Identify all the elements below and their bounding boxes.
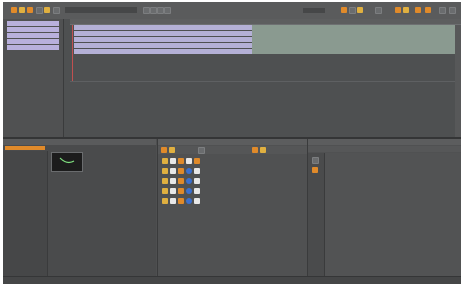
properties-tab-icon[interactable] [312,167,318,173]
extra-icon-1[interactable] [415,7,421,13]
tool-icon-4[interactable] [164,7,171,14]
node-visibility-icon[interactable] [170,198,176,204]
node-tool-icon[interactable] [252,147,258,153]
node-tool-icon[interactable] [169,147,175,153]
library-folder-list [3,151,48,276]
track-list-item[interactable] [7,45,59,50]
snap-icon[interactable] [341,7,347,13]
tool-icon-3[interactable] [157,7,164,14]
node-lock-icon[interactable] [178,198,184,204]
node-toolbar [158,146,307,154]
node-color-icon[interactable] [194,198,200,204]
stop-icon[interactable] [53,7,60,14]
node-lock-icon[interactable] [178,158,184,164]
open-icon[interactable] [19,7,25,13]
library-panel [3,139,156,276]
node-render-icon[interactable] [186,188,192,194]
track-bar[interactable] [74,31,252,36]
status-bar [3,276,461,284]
node-render-icon[interactable] [186,158,192,164]
node-row[interactable] [162,187,222,195]
extra-icon-2[interactable] [425,7,431,13]
node-visibility-icon[interactable] [170,188,176,194]
thumbnail-graphic [59,157,75,164]
app-window [3,2,461,284]
node-type-icon [162,198,168,204]
track-list-item[interactable] [7,33,59,38]
toolbar-field[interactable] [65,7,137,13]
properties-toolbar [308,146,461,152]
track-list-item[interactable] [7,39,59,44]
node-row[interactable] [162,197,222,205]
timeline-divider [70,81,461,82]
undo-icon[interactable] [36,7,43,14]
thumbnail-preview[interactable] [51,152,83,172]
loop-icon[interactable] [375,7,382,14]
node-type-icon [162,188,168,194]
track-bar[interactable] [74,25,252,30]
node-row[interactable] [162,167,222,175]
node-render-icon[interactable] [186,168,192,174]
track-list-item[interactable] [7,27,59,32]
node-color-icon[interactable] [194,158,200,164]
track-bar[interactable] [74,49,252,54]
track-extension [252,25,461,54]
library-header [3,139,156,145]
tool-icon-1[interactable] [143,7,150,14]
vertical-scrollbar[interactable] [455,25,461,137]
node-visibility-icon[interactable] [170,178,176,184]
top-toolbar [3,2,461,20]
tool-icon-2[interactable] [150,7,157,14]
zoom-icon[interactable] [349,7,356,14]
node-color-icon[interactable] [194,188,200,194]
node-type-icon [162,178,168,184]
add-node-icon[interactable] [161,147,167,153]
save-icon[interactable] [27,7,33,13]
node-lock-icon[interactable] [178,188,184,194]
view-icon[interactable] [395,7,401,13]
node-type-icon [162,168,168,174]
play-icon[interactable] [44,7,50,13]
node-render-icon[interactable] [186,198,192,204]
fullscreen-icon[interactable] [403,7,409,13]
properties-tab-icon[interactable] [312,157,319,164]
node-visibility-icon[interactable] [170,168,176,174]
node-color-icon[interactable] [194,168,200,174]
properties-panel [307,139,461,276]
node-render-icon[interactable] [186,178,192,184]
node-list-panel [157,139,307,276]
properties-content [325,153,461,276]
track-list-item[interactable] [7,21,59,26]
extra-icon-4[interactable] [449,7,456,14]
node-visibility-icon[interactable] [170,158,176,164]
node-lock-icon[interactable] [178,178,184,184]
properties-header [308,139,461,145]
track-list-panel [3,19,64,137]
extra-icon-3[interactable] [439,7,446,14]
node-tool-icon[interactable] [260,147,266,153]
library-tab[interactable] [5,146,45,150]
node-row[interactable] [162,177,222,185]
node-type-icon [162,158,168,164]
grid-icon[interactable] [357,7,363,13]
node-lock-icon[interactable] [178,168,184,174]
track-bar[interactable] [74,37,252,42]
properties-sidebar [308,153,325,276]
node-list-header [158,139,307,145]
track-bar[interactable] [74,43,252,48]
render-icon[interactable] [11,7,17,13]
toolbar-field-right[interactable] [303,8,325,13]
timeline-area[interactable] [64,19,461,137]
playhead[interactable] [72,25,73,81]
node-color-icon[interactable] [194,178,200,184]
node-tool-icon[interactable] [198,147,205,154]
node-row[interactable] [162,157,222,165]
